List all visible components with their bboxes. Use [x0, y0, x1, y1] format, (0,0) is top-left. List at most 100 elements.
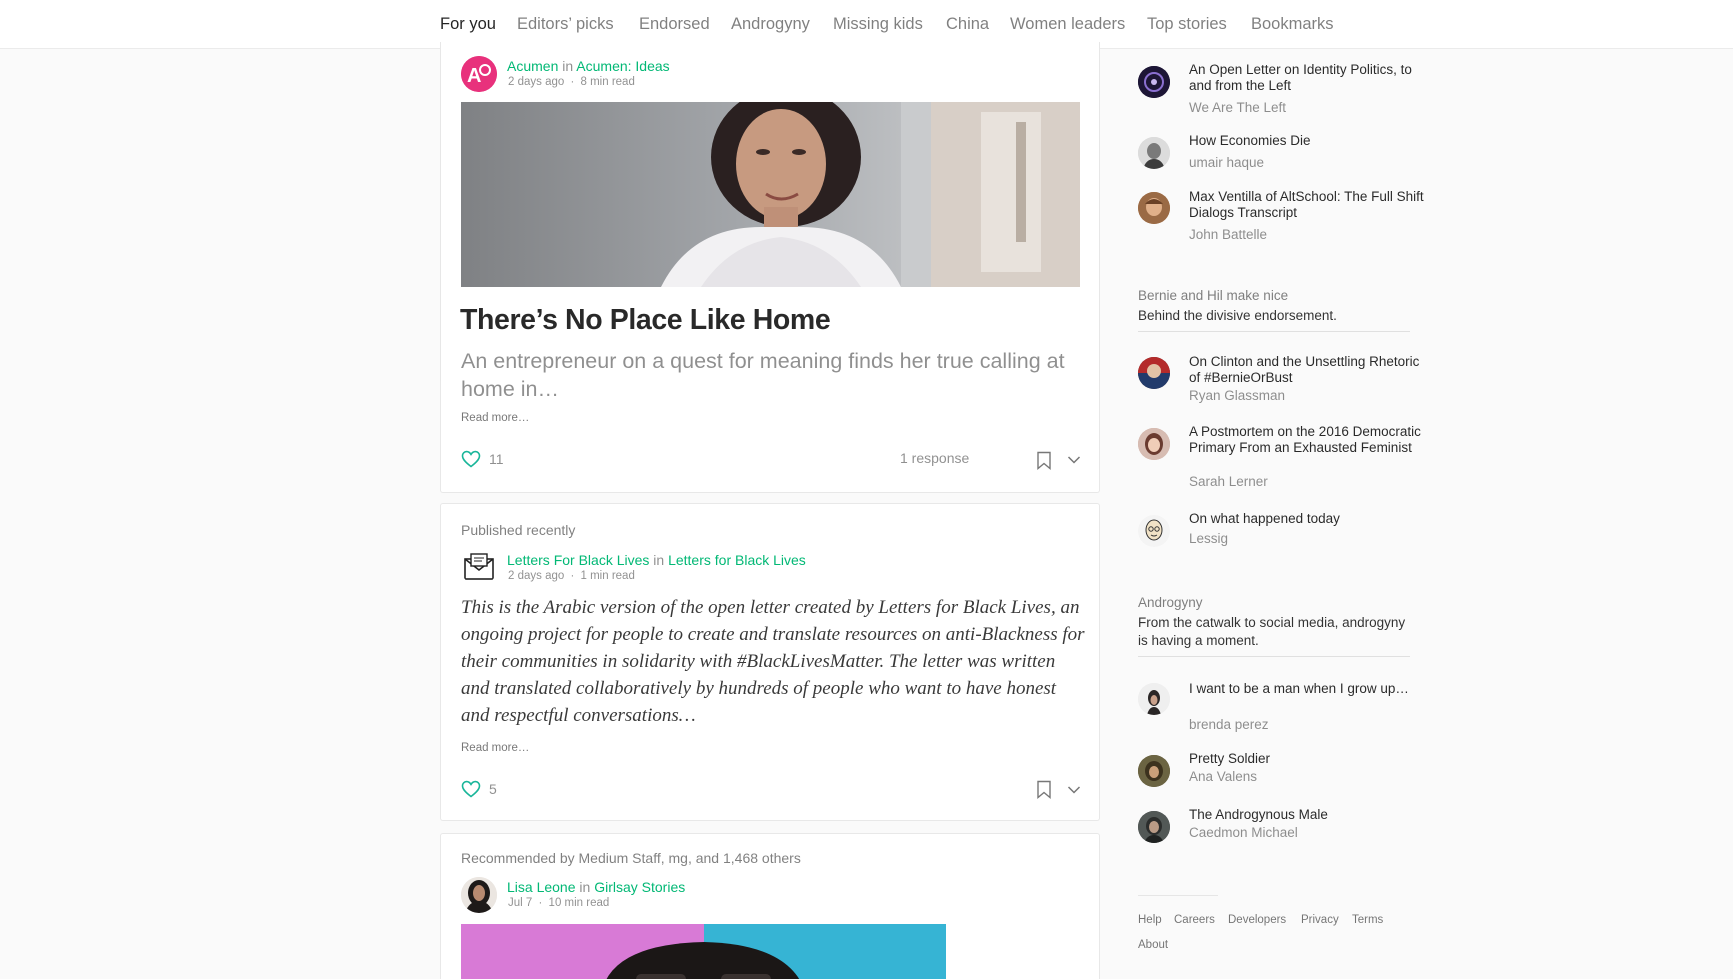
story-title[interactable]: An Open Letter on Identity Politics, to … [1189, 62, 1429, 94]
author-link[interactable]: Lisa Leone [507, 879, 576, 895]
tab-endorsed[interactable]: Endorsed [639, 15, 710, 34]
tab-top-stories[interactable]: Top stories [1147, 15, 1227, 34]
post-date[interactable]: Jul 7 [508, 897, 532, 909]
section-label: Recommended by Medium Staff, mg, and 1,4… [461, 850, 801, 866]
publication-link[interactable]: Girlsay Stories [594, 879, 685, 895]
story-author[interactable]: brenda perez [1189, 717, 1269, 732]
story-author[interactable]: umair haque [1189, 155, 1264, 170]
story-title[interactable]: On what happened today [1189, 511, 1429, 527]
footer-link-privacy[interactable]: Privacy [1301, 914, 1339, 926]
sidebar-story: I want to be a man when I grow up… brend… [1138, 681, 1428, 733]
recommend-control: 5 [461, 780, 497, 798]
story-author[interactable]: Ryan Glassman [1189, 388, 1285, 403]
sidebar-story: On Clinton and the Unsettling Rhetoric o… [1138, 354, 1428, 406]
post-hero-image[interactable] [461, 102, 1080, 287]
read-time: 8 min read [580, 76, 635, 88]
section-description: From the catwalk to social media, androg… [1138, 615, 1406, 648]
story-title[interactable]: Pretty Soldier [1189, 751, 1429, 767]
story-author[interactable]: Sarah Lerner [1189, 474, 1268, 489]
story-title[interactable]: On Clinton and the Unsettling Rhetoric o… [1189, 354, 1429, 386]
post-card: Published recently Letters For Black Liv… [440, 503, 1100, 821]
sidebar-story: How Economies Die umair haque [1138, 133, 1429, 170]
sidebar-story: The Androgynous Male Caedmon Michael [1138, 807, 1428, 843]
post-date[interactable]: 2 days ago [508, 570, 564, 582]
tab-editors-picks[interactable]: Editors’ picks [517, 15, 614, 34]
author-avatar[interactable] [461, 877, 497, 913]
author-avatar[interactable] [1138, 192, 1170, 224]
tab-women-leaders[interactable]: Women leaders [1010, 15, 1125, 34]
sidebar-story: Max Ventilla of AltSchool: The Full Shif… [1138, 189, 1429, 242]
section-heading[interactable]: Androgyny [1138, 595, 1410, 610]
author-avatar[interactable] [1138, 357, 1170, 389]
story-author[interactable]: Caedmon Michael [1189, 825, 1298, 840]
responses-link[interactable]: 1 response [900, 450, 969, 466]
likes-count[interactable]: 11 [489, 451, 504, 467]
post-timestamp: 2 days ago · 8 min read [508, 76, 635, 88]
footer-link-about[interactable]: About [1138, 939, 1168, 951]
read-time: 10 min read [548, 897, 610, 909]
read-more-link[interactable]: Read more… [461, 412, 529, 424]
bookmark-icon[interactable] [1036, 451, 1052, 470]
footer-link-help[interactable]: Help [1138, 914, 1162, 926]
sidebar-story: An Open Letter on Identity Politics, to … [1138, 62, 1429, 115]
separator: · [538, 897, 543, 909]
in-label: in [653, 552, 665, 568]
story-title[interactable]: Max Ventilla of AltSchool: The Full Shif… [1189, 189, 1429, 221]
story-title[interactable]: How Economies Die [1189, 133, 1429, 149]
author-avatar[interactable] [1138, 755, 1170, 787]
in-label: in [579, 879, 591, 895]
tab-china[interactable]: China [946, 15, 989, 34]
footer: Help Careers Developers Privacy Terms Ab… [1138, 895, 1383, 951]
author-avatar[interactable] [1138, 66, 1170, 98]
story-author[interactable]: We Are The Left [1189, 100, 1286, 115]
author-avatar[interactable] [1138, 683, 1170, 715]
author-avatar[interactable] [1138, 515, 1170, 547]
read-more-link[interactable]: Read more… [461, 742, 529, 754]
author-avatar[interactable]: A [461, 56, 497, 92]
author-avatar[interactable] [1138, 811, 1170, 843]
post-card: Recommended by Medium Staff, mg, and 1,4… [440, 833, 1100, 979]
story-author[interactable]: Ana Valens [1189, 769, 1257, 784]
post-author-line: Acumen in Acumen: Ideas [507, 58, 670, 74]
tab-for-you[interactable]: For you [440, 15, 496, 34]
author-link[interactable]: Letters For Black Lives [507, 552, 649, 568]
section-description: Behind the divisive endorsement. [1138, 308, 1337, 323]
author-link[interactable]: Acumen [507, 58, 558, 74]
story-title[interactable]: The Androgynous Male [1189, 807, 1429, 823]
footer-link-terms[interactable]: Terms [1352, 914, 1383, 926]
separator: · [570, 570, 575, 582]
post-title[interactable]: There’s No Place Like Home [460, 304, 831, 337]
publication-link[interactable]: Letters for Black Lives [668, 552, 806, 568]
footer-link-developers[interactable]: Developers [1228, 914, 1286, 926]
story-title[interactable]: I want to be a man when I grow up… [1189, 681, 1429, 697]
story-author[interactable]: Lessig [1189, 531, 1228, 546]
tab-bookmarks[interactable]: Bookmarks [1251, 15, 1334, 34]
post-hero-image[interactable] [461, 924, 946, 979]
post-subtitle[interactable]: An entrepreneur on a quest for meaning f… [461, 347, 1081, 403]
post-excerpt[interactable]: This is the Arabic version of the open l… [461, 594, 1086, 729]
post-author-line: Lisa Leone in Girlsay Stories [507, 879, 685, 895]
sidebar-section-header: Bernie and Hil make nice Behind the divi… [1138, 288, 1410, 332]
heart-icon[interactable] [461, 780, 481, 798]
footer-link-careers[interactable]: Careers [1174, 914, 1215, 926]
author-avatar[interactable] [1138, 137, 1170, 169]
sidebar-section-header: Androgyny From the catwalk to social med… [1138, 595, 1410, 657]
story-title[interactable]: A Postmortem on the 2016 Democratic Prim… [1189, 424, 1429, 456]
sidebar-story: On what happened today Lessig [1138, 511, 1428, 547]
story-author[interactable]: John Battelle [1189, 227, 1267, 242]
tab-missing-kids[interactable]: Missing kids [833, 15, 923, 34]
post-date[interactable]: 2 days ago [508, 76, 564, 88]
chevron-down-icon[interactable] [1067, 785, 1081, 795]
recommend-control: 11 [461, 450, 504, 468]
heart-icon[interactable] [461, 450, 481, 468]
likes-count[interactable]: 5 [489, 781, 497, 797]
publication-link[interactable]: Acumen: Ideas [576, 58, 669, 74]
chevron-down-icon[interactable] [1067, 455, 1081, 465]
sidebar-story: A Postmortem on the 2016 Democratic Prim… [1138, 424, 1428, 492]
tab-androgyny[interactable]: Androgyny [731, 15, 810, 34]
section-label: Published recently [461, 522, 576, 538]
author-avatar[interactable] [461, 550, 497, 586]
section-heading[interactable]: Bernie and Hil make nice [1138, 288, 1410, 303]
author-avatar[interactable] [1138, 428, 1170, 460]
bookmark-icon[interactable] [1036, 780, 1052, 799]
